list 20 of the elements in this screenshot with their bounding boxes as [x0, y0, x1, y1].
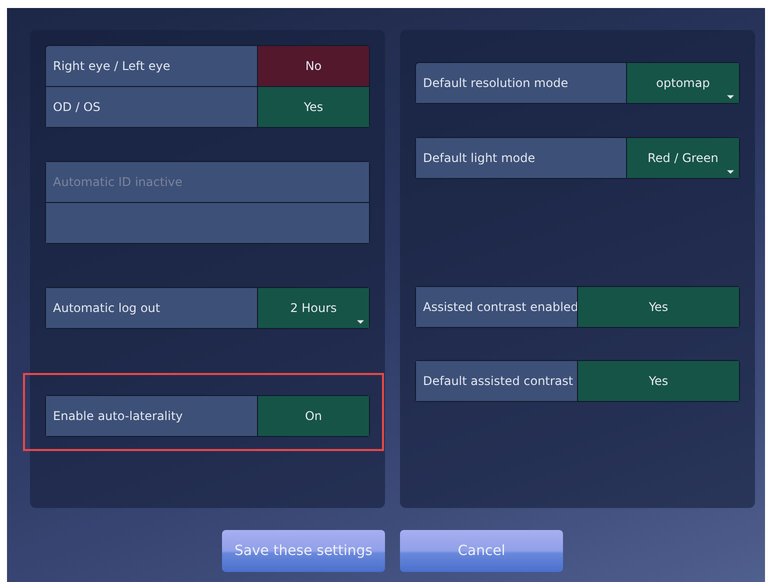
setting-label: Automatic ID inactive — [46, 162, 369, 202]
toggle-button[interactable]: Yes — [577, 361, 739, 401]
toggle-button[interactable]: Yes — [577, 287, 739, 327]
dropdown[interactable]: optomap — [626, 63, 739, 103]
caret-icon — [727, 95, 734, 99]
toggle-button[interactable]: Yes — [257, 87, 369, 127]
setting-label: Assisted contrast enabled — [416, 287, 577, 327]
dropdown[interactable]: Red / Green — [626, 138, 739, 178]
toggle-button[interactable]: On — [257, 396, 369, 436]
toggle-button[interactable]: No — [257, 46, 369, 86]
dropdown[interactable]: 2 Hours — [257, 288, 369, 328]
setting-label: Default light mode — [416, 138, 626, 178]
caret-icon — [357, 320, 364, 324]
setting-label: Default assisted contrast — [416, 361, 577, 401]
caret-icon — [727, 170, 734, 174]
setting-label: Automatic log out — [46, 288, 257, 328]
setting-label: Enable auto-laterality — [46, 396, 257, 436]
setting-label: Default resolution mode — [416, 63, 626, 103]
setting-label: Right eye / Left eye — [46, 46, 257, 86]
setting-label: OD / OS — [46, 87, 257, 127]
